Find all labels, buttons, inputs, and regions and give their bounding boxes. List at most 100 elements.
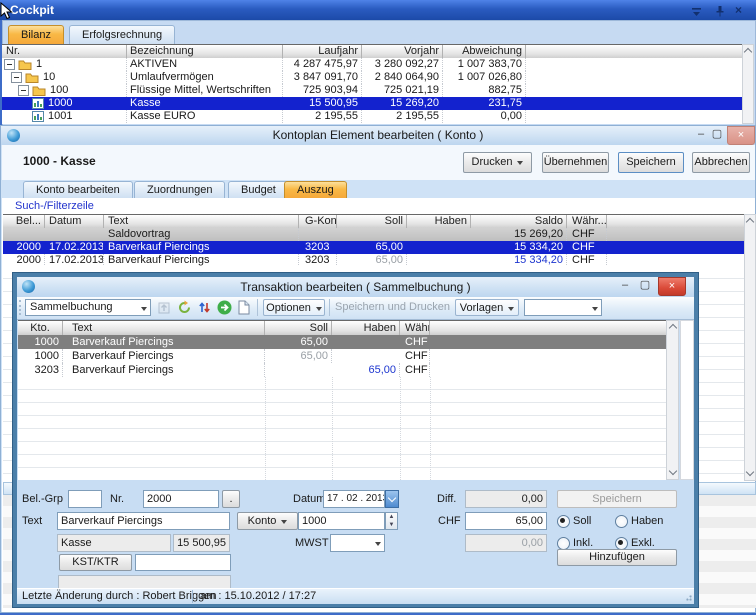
optionen-button[interactable]: Optionen (263, 299, 325, 316)
buchungstyp-combobox[interactable]: Sammelbuchung (25, 299, 151, 316)
col-kto[interactable]: Kto. (18, 321, 63, 335)
table-row[interactable]: 1001 Kasse EURO 2 195,55 2 195,55 0,00 (2, 110, 742, 123)
maximize-icon[interactable]: ▢ (637, 279, 653, 293)
col-text[interactable]: Text (63, 321, 265, 335)
auszug-scrollbar[interactable] (744, 214, 756, 481)
close-icon[interactable]: × (735, 4, 749, 16)
resize-grip[interactable] (685, 594, 693, 602)
bel-grp-input[interactable] (68, 490, 102, 508)
tab-erfolgsrechnung[interactable]: Erfolgsrechnung (69, 25, 175, 44)
minimize-icon[interactable]: – (693, 128, 709, 142)
close-icon[interactable]: × (727, 126, 755, 145)
col-vorjahr[interactable]: Vorjahr (362, 45, 443, 58)
datum-dropdown-button[interactable] (385, 490, 399, 508)
kontoplan-header-strip: 1000 - Kasse Drucken Übernehmen Speicher… (2, 145, 755, 180)
grid-filler (680, 320, 694, 480)
col-haben[interactable]: Haben (407, 215, 471, 228)
mwst-combobox[interactable] (330, 534, 385, 552)
bilanz-table-header: Nr. Bezeichnung Laufjahr Vorjahr Abweich… (2, 44, 742, 59)
close-icon[interactable]: × (658, 277, 686, 296)
status-separator (192, 590, 193, 603)
status-right: am : 15.10.2012 / 17:27 (200, 589, 316, 604)
folder-icon (32, 85, 46, 96)
table-row[interactable]: 10 Umlaufvermögen 3 847 091,70 2 840 064… (2, 71, 742, 84)
expander-icon[interactable] (18, 85, 29, 96)
nr-input[interactable]: 2000 (143, 490, 219, 508)
table-row[interactable]: 100 Flüssige Mittel, Wertschriften 725 9… (2, 84, 742, 97)
scroll-up-icon[interactable] (667, 323, 678, 335)
vorlagen-button[interactable]: Vorlagen (455, 299, 519, 316)
mouse-cursor (0, 2, 13, 20)
scroll-up-icon[interactable] (743, 47, 753, 59)
transaktion-toolbar: Sammelbuchung Optionen (17, 297, 694, 320)
swap-soll-haben-icon[interactable] (197, 300, 212, 318)
col-waehr[interactable]: Währ. (400, 321, 430, 335)
chevron-down-icon (375, 542, 381, 549)
diff-label: Diff. (437, 490, 456, 508)
text-input[interactable]: Barverkauf Piercings (57, 512, 230, 530)
tab-zuordnungen[interactable]: Zuordnungen (134, 181, 225, 198)
col-bel[interactable]: Bel... (3, 215, 45, 228)
uebernehmen-button[interactable]: Übernehmen (542, 152, 609, 173)
col-bezeichnung[interactable]: Bezeichnung (127, 45, 283, 58)
datum-input[interactable]: 17 . 02 . 2013 (323, 490, 385, 508)
expander-icon[interactable] (4, 59, 15, 70)
buchung-row[interactable]: 1000 Barverkauf Piercings 65,00 CHF (18, 349, 666, 363)
tab-auszug[interactable]: Auszug (284, 181, 347, 198)
buchung-row-selected[interactable]: 1000 Barverkauf Piercings 65,00 CHF (18, 335, 666, 349)
table-row[interactable]: 1 AKTIVEN 4 287 475,97 3 280 092,27 1 00… (2, 58, 742, 71)
buchung-row[interactable]: 3203 Barverkauf Piercings 65,00 CHF (18, 363, 666, 377)
konto-input[interactable]: 1000 (298, 512, 385, 530)
col-nr[interactable]: Nr. (2, 45, 127, 58)
tab-bilanz[interactable]: Bilanz (8, 25, 64, 44)
hinzufuegen-button[interactable]: Hinzufügen (557, 549, 677, 566)
filter-row-link[interactable]: Such-/Filterzeile (15, 200, 94, 212)
transaktion-statusbar: Letzte Änderung durch : Robert Briggen a… (17, 588, 694, 604)
table-row-selected[interactable]: 1000 Kasse 15 500,95 15 269,20 231,75 (2, 97, 742, 110)
scroll-up-icon[interactable] (745, 217, 755, 229)
drucken-button[interactable]: Drucken (463, 152, 532, 173)
account-icon (32, 98, 44, 109)
maximize-icon[interactable]: ▢ (709, 128, 725, 142)
booking-row[interactable]: 2000 17.02.2013 Barverkauf Piercings 320… (3, 254, 744, 266)
haben-radio[interactable] (615, 515, 628, 528)
konto-dropdown-button[interactable]: Konto (237, 512, 298, 530)
toolbar-grip[interactable] (19, 300, 24, 315)
abbrechen-button[interactable]: Abbrechen (692, 152, 750, 173)
col-laufjahr[interactable]: Laufjahr (283, 45, 362, 58)
col-soll[interactable]: Soll (337, 215, 407, 228)
soll-radio[interactable] (557, 515, 570, 528)
scroll-down-icon[interactable] (667, 466, 678, 478)
nr-browse-button[interactable]: . (222, 490, 240, 508)
execute-icon[interactable] (217, 300, 232, 318)
booking-row-selected[interactable]: 2000 17.02.2013 Barverkauf Piercings 320… (3, 241, 744, 254)
expander-icon[interactable] (11, 72, 22, 83)
col-saldo[interactable]: Saldo (471, 215, 567, 228)
col-waehr[interactable]: Währ... (567, 215, 607, 228)
vorlagen-combobox[interactable] (524, 299, 602, 316)
refresh-icon[interactable] (177, 300, 192, 318)
col-gkonto[interactable]: G-Konto (299, 215, 337, 228)
kst-input[interactable] (135, 554, 231, 571)
saldovortrag-row[interactable]: Saldovortrag 15 269,20 CHF (3, 228, 744, 241)
window-position-icon[interactable] (690, 4, 704, 16)
tab-konto-bearbeiten[interactable]: Konto bearbeiten (23, 181, 133, 198)
col-abweichung[interactable]: Abweichung (443, 45, 526, 58)
col-datum[interactable]: Datum (45, 215, 104, 228)
tab-budget[interactable]: Budget (228, 181, 289, 198)
new-document-icon[interactable] (237, 300, 251, 318)
betrag-input[interactable]: 65,00 (465, 512, 547, 530)
col-text[interactable]: Text (104, 215, 299, 228)
col-soll[interactable]: Soll (265, 321, 332, 335)
main-table-scrollbar[interactable] (742, 44, 754, 124)
minimize-icon[interactable]: – (617, 279, 633, 293)
konto-spinner[interactable]: ▲▼ (385, 512, 398, 530)
buchungszeilen-scrollbar[interactable] (666, 320, 679, 480)
kst-ktr-button[interactable]: KST/KTR (59, 554, 132, 571)
speichern-und-drucken-button-disabled: Speichern und Drucken (335, 299, 461, 316)
pin-icon[interactable] (714, 4, 728, 16)
scroll-down-icon[interactable] (745, 467, 755, 479)
col-haben[interactable]: Haben (332, 321, 400, 335)
nr-label: Nr. (110, 490, 124, 508)
speichern-button[interactable]: Speichern (618, 152, 684, 173)
